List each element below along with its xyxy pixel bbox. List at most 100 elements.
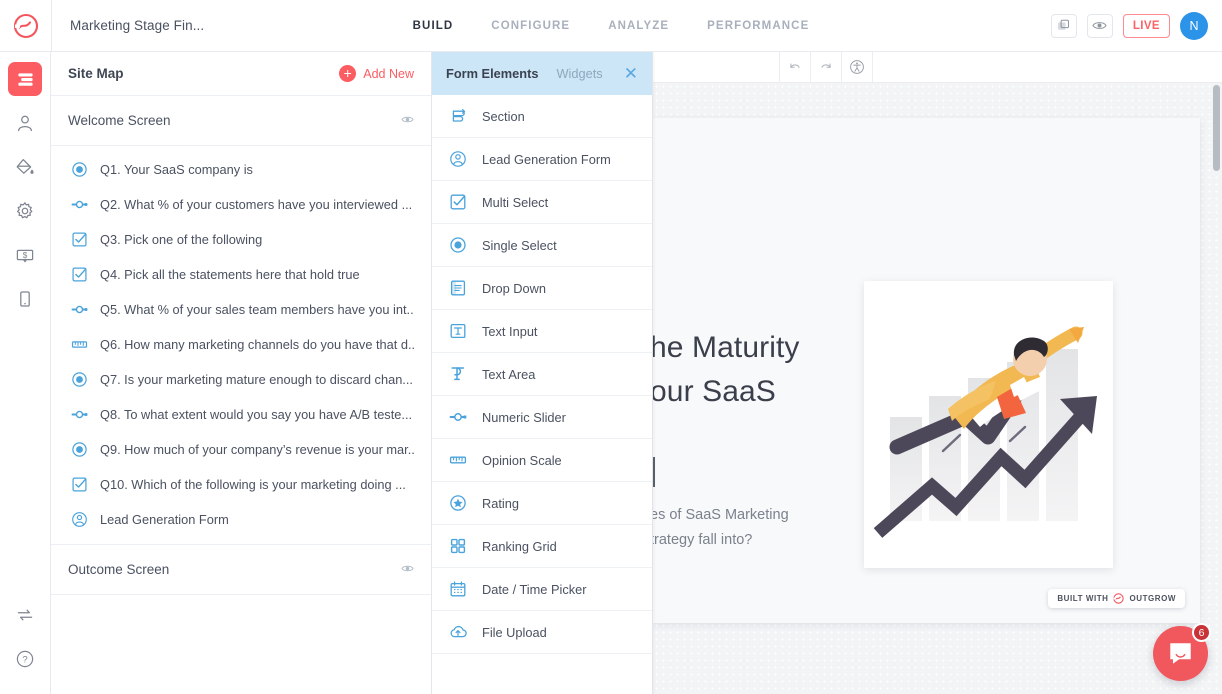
form-element-row[interactable]: Section [432,95,652,138]
question-label: Q8. To what extent would you say you hav… [100,407,412,422]
form-element-label: Numeric Slider [482,410,566,425]
tab-analyze[interactable]: ANALYZE [608,20,669,32]
eye-icon[interactable] [401,112,414,130]
tab-widgets[interactable]: Widgets [556,66,602,81]
question-row[interactable]: Q7. Is your marketing mature enough to d… [51,362,431,397]
radio-icon [448,236,467,255]
form-element-row[interactable]: Single Select [432,224,652,267]
outcome-screen-row[interactable]: Outcome Screen [51,545,431,595]
chat-unread-badge: 6 [1192,623,1211,642]
form-element-row[interactable]: Ranking Grid [432,525,652,568]
calendar-icon [448,580,467,599]
outgrow-logo-icon [1113,593,1124,604]
add-new-button[interactable]: + Add New [339,65,414,82]
form-element-row[interactable]: Opinion Scale [432,439,652,482]
question-row[interactable]: Q3. Pick one of the following [51,222,431,257]
welcome-screen-label: Welcome Screen [68,113,171,128]
tab-build[interactable]: BUILD [413,20,454,32]
question-list: Q1. Your SaaS company is Q2. What % of yo… [51,146,431,545]
form-element-row[interactable]: Rating [432,482,652,525]
form-element-row[interactable]: Drop Down [432,267,652,310]
outgrow-logo-icon[interactable] [0,0,52,51]
tab-performance[interactable]: PERFORMANCE [707,20,809,32]
rail-item-design[interactable] [8,150,42,184]
question-row[interactable]: Q1. Your SaaS company is [51,152,431,187]
accessibility-icon[interactable] [842,52,872,83]
add-new-label: Add New [363,67,414,81]
form-element-label: Opinion Scale [482,453,562,468]
checkbox-icon [70,231,88,249]
question-row[interactable]: Q2. What % of your customers have you in… [51,187,431,222]
toolbar-spacer [653,52,780,83]
question-row[interactable]: Q9. How much of your company’s revenue i… [51,432,431,467]
form-elements-list: SectionLead Generation FormMulti Select S… [432,95,652,654]
checkbox-icon [448,193,467,212]
question-row[interactable]: Q6. How many marketing channels do you h… [51,327,431,362]
form-element-label: Rating [482,496,519,511]
form-element-row[interactable]: File Upload [432,611,652,654]
form-element-row[interactable]: Multi Select [432,181,652,224]
form-element-row[interactable]: Text Area [432,353,652,396]
businessman-flying-over-growth-chart-illustration[interactable] [864,281,1113,568]
checkbox-icon [70,266,88,284]
eye-icon[interactable] [401,561,414,579]
question-label: Q3. Pick one of the following [100,232,262,247]
text-caret [653,457,655,487]
scale-icon [70,336,88,354]
funnel-title[interactable]: Marketing Stage Fin... [52,18,204,33]
tab-configure[interactable]: CONFIGURE [491,20,570,32]
rail-item-settings[interactable] [8,194,42,228]
plus-icon: + [339,65,356,82]
dropdown-icon [448,279,467,298]
form-element-row[interactable]: Numeric Slider [432,396,652,439]
clone-icon[interactable] [1051,14,1077,38]
slider-icon [448,408,467,427]
rail-item-content[interactable] [8,62,42,96]
question-row[interactable]: Q10. Which of the following is your mark… [51,467,431,502]
text-area-icon [448,365,467,384]
question-row[interactable]: Q8. To what extent would you say you hav… [51,397,431,432]
top-bar-actions: LIVE N [1051,12,1222,40]
undo-icon[interactable] [780,52,810,83]
form-element-row[interactable]: Date / Time Picker [432,568,652,611]
form-element-label: Single Select [482,238,557,253]
screen-preview-card[interactable]: he Maturity our SaaS es of SaaS Marketin… [653,118,1200,623]
canvas-area: he Maturity our SaaS es of SaaS Marketin… [653,52,1222,694]
checkbox-icon [70,476,88,494]
eye-icon[interactable] [1087,14,1113,38]
rating-icon [448,494,467,513]
form-elements-panel: Form Elements Widgets ✕ SectionLead Gene… [432,52,653,694]
question-row[interactable]: Lead Generation Form [51,502,431,537]
tab-form-elements[interactable]: Form Elements [446,66,538,81]
question-label: Q2. What % of your customers have you in… [100,197,412,212]
rail-item-payments[interactable]: $ [8,238,42,272]
left-rail: $ ? [0,52,51,694]
form-element-label: Date / Time Picker [482,582,587,597]
site-map-panel: Site Map + Add New Welcome Screen Q1. Yo… [51,52,432,694]
question-label: Q7. Is your marketing mature enough to d… [100,372,413,387]
avatar[interactable]: N [1180,12,1208,40]
form-element-label: Ranking Grid [482,539,557,554]
top-bar: Marketing Stage Fin... BUILD CONFIGURE A… [0,0,1222,52]
form-elements-header: Form Elements Widgets ✕ [432,52,652,95]
redo-icon[interactable] [811,52,841,83]
ranking-grid-icon [448,537,467,556]
radio-icon [70,371,88,389]
site-map-header: Site Map + Add New [51,52,431,96]
slider-icon [70,301,88,319]
form-element-row[interactable]: Text Input [432,310,652,353]
built-with-badge[interactable]: BUILT WITH OUTGROW [1048,589,1185,608]
slider-icon [70,406,88,424]
rail-item-mobile[interactable] [8,282,42,316]
close-icon[interactable]: ✕ [624,65,638,82]
live-badge[interactable]: LIVE [1123,14,1170,38]
canvas-scrollbar[interactable] [1213,85,1220,171]
rail-item-integrations[interactable] [8,598,42,632]
rail-item-leads[interactable] [8,106,42,140]
form-element-row[interactable]: Lead Generation Form [432,138,652,181]
question-row[interactable]: Q4. Pick all the statements here that ho… [51,257,431,292]
welcome-screen-row[interactable]: Welcome Screen [51,96,431,146]
intercom-chat-icon[interactable]: 6 [1153,626,1208,681]
rail-item-help[interactable]: ? [8,642,42,676]
question-row[interactable]: Q5. What % of your sales team members ha… [51,292,431,327]
